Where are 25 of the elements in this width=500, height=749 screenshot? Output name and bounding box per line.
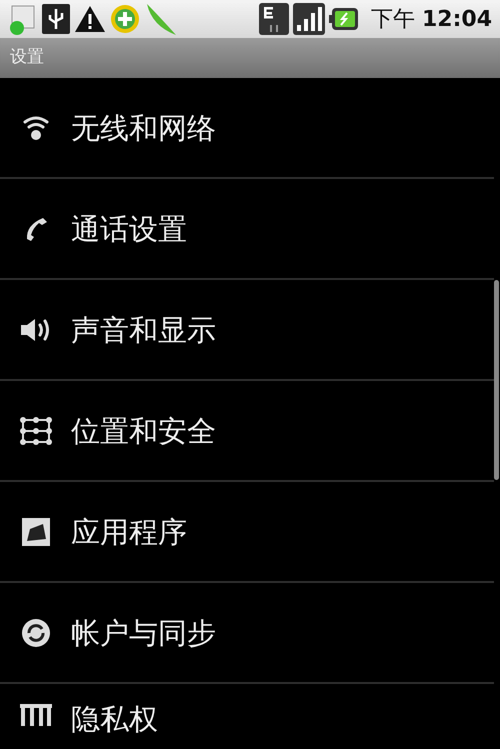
settings-item[interactable]: 隐私权 bbox=[0, 684, 494, 749]
wifi-icon bbox=[22, 114, 50, 142]
settings-label: 声音和显示 bbox=[71, 312, 216, 346]
edge-data-icon bbox=[258, 3, 289, 35]
signal-icon bbox=[292, 3, 325, 35]
settings-label: 帐户与同步 bbox=[71, 616, 216, 650]
app-box-icon bbox=[21, 516, 51, 546]
settings-label: 无线和网络 bbox=[71, 110, 216, 144]
dot-grid-icon bbox=[20, 416, 52, 444]
status-time: 下午 12:04 bbox=[370, 6, 492, 34]
sync-icon bbox=[21, 618, 51, 648]
title-text: 设置 bbox=[10, 46, 44, 70]
settings-label: 位置和安全 bbox=[71, 414, 216, 448]
usb-icon bbox=[42, 4, 70, 34]
battery-icon bbox=[328, 7, 359, 31]
warning-icon bbox=[74, 4, 106, 34]
settings-label: 通话设置 bbox=[71, 212, 187, 246]
settings-label: 应用程序 bbox=[71, 514, 187, 548]
settings-item[interactable]: 无线和网络 bbox=[0, 78, 494, 179]
plus-circle-icon bbox=[110, 4, 140, 34]
settings-item[interactable]: 应用程序 bbox=[0, 482, 494, 583]
settings-item[interactable]: 帐户与同步 bbox=[0, 583, 494, 684]
settings-item[interactable]: 通话设置 bbox=[0, 179, 494, 280]
settings-label: 隐私权 bbox=[71, 702, 158, 736]
bars-icon bbox=[20, 702, 52, 726]
